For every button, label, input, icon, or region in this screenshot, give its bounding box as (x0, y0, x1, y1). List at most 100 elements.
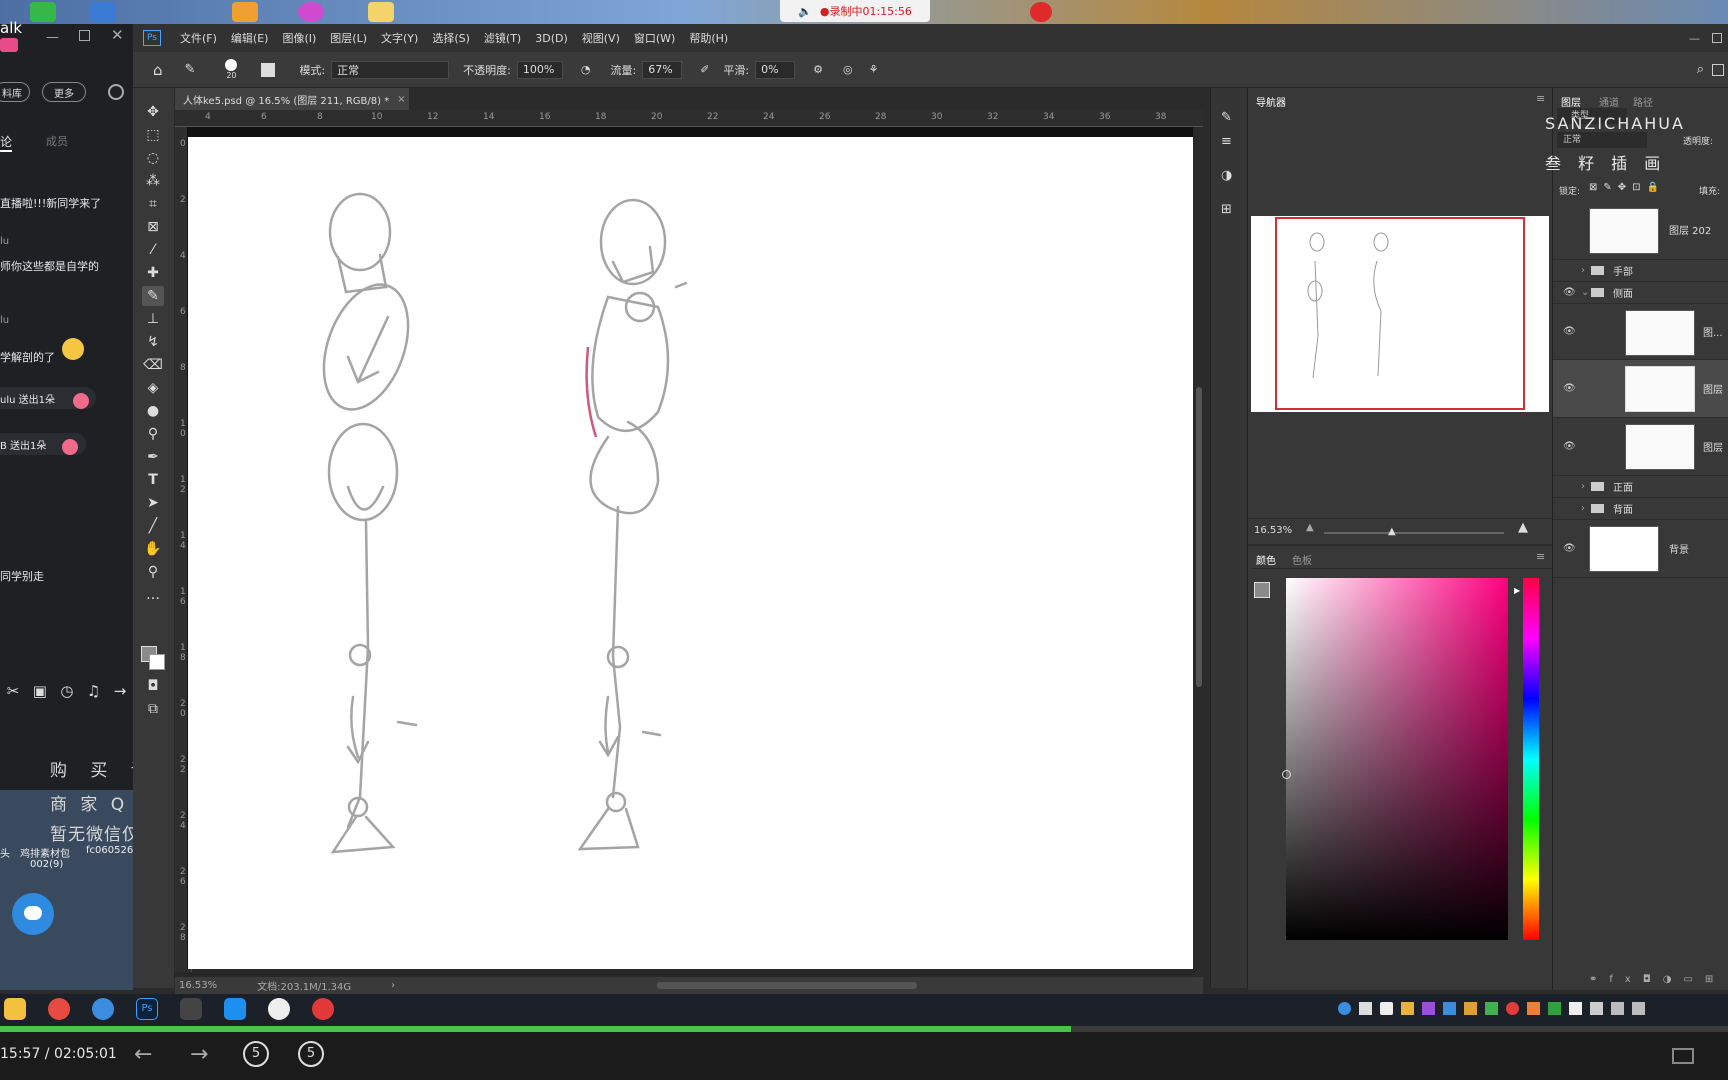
layer-group-row[interactable]: › 手部 (1553, 260, 1728, 282)
blur-tool-icon[interactable]: ● (142, 401, 164, 421)
hue-slider[interactable] (1523, 578, 1539, 940)
chevron-right-icon[interactable]: › (1581, 481, 1585, 492)
healing-brush-icon[interactable]: ✚ (142, 263, 164, 283)
brush-settings-icon[interactable]: ✎ (1221, 110, 1232, 125)
tray-icon[interactable] (1380, 1002, 1393, 1015)
path-selection-icon[interactable]: ➤ (142, 493, 164, 513)
pressure-opacity-icon[interactable]: ◔ (581, 63, 591, 76)
scrollbar-thumb[interactable] (1196, 387, 1202, 687)
navigator-view-frame[interactable] (1275, 217, 1525, 410)
close-icon[interactable]: ✕ (111, 26, 124, 44)
document-tab[interactable]: 人体ke5.psd @ 16.5% (图层 211, RGB/8) * × (175, 88, 409, 110)
zoom-tool-icon[interactable]: ⚲ (142, 562, 164, 582)
menu-window[interactable]: 窗口(W) (627, 30, 682, 46)
tray-icon[interactable] (1443, 1002, 1456, 1015)
arrow-right-icon[interactable]: → (114, 682, 127, 704)
paths-tab[interactable]: 路径 (1633, 94, 1653, 109)
fg-color-swatch[interactable] (1254, 582, 1270, 598)
eye-icon[interactable]: 👁 (1563, 383, 1576, 394)
layer-row[interactable]: 👁 图层 (1553, 418, 1728, 476)
eye-icon[interactable]: 👁 (1563, 287, 1576, 298)
menu-edit[interactable]: 编辑(E) (224, 30, 276, 46)
menu-view[interactable]: 视图(V) (575, 30, 627, 46)
swatches-tab[interactable]: 色板 (1292, 552, 1312, 567)
previous-icon[interactable]: ← (134, 1042, 152, 1067)
stamp-tool-icon[interactable]: ⊥ (142, 309, 164, 329)
type-tool-icon[interactable]: T (142, 470, 164, 490)
browser-icon[interactable] (48, 998, 70, 1020)
app-icon[interactable] (180, 998, 202, 1020)
settings-icon[interactable] (108, 84, 124, 100)
pressure-size-icon[interactable]: ◎ (843, 63, 853, 76)
menu-image[interactable]: 图像(I) (275, 30, 323, 46)
horizontal-scrollbar-thumb[interactable] (657, 982, 917, 989)
netease-music-icon[interactable] (312, 998, 334, 1020)
tab-members[interactable]: 成员 (46, 133, 68, 149)
mic-icon[interactable] (1590, 1002, 1603, 1015)
lasso-tool-icon[interactable]: ◌ (142, 148, 164, 168)
menu-filter[interactable]: 滤镜(T) (477, 30, 528, 46)
folder-icon[interactable] (368, 2, 394, 22)
zoom-in-icon[interactable]: ▲ (1518, 520, 1528, 535)
layer-group-row[interactable]: › 正面 (1553, 476, 1728, 498)
vertical-scrollbar[interactable] (1195, 127, 1203, 977)
navigator-zoom[interactable]: 16.53% (1254, 525, 1292, 536)
brush-preset-picker[interactable]: 20 (225, 59, 238, 80)
color-picker-cursor[interactable] (1282, 770, 1291, 779)
layer-group-row[interactable]: › 背面 (1553, 498, 1728, 520)
crop-tool-icon[interactable]: ⌗ (142, 194, 164, 214)
brush-tool-icon[interactable]: ✎ (142, 286, 164, 306)
symmetry-icon[interactable]: ⚘ (869, 63, 879, 76)
network-icon[interactable] (1611, 1002, 1624, 1015)
more-tools-icon[interactable]: … (142, 585, 164, 605)
zoom-out-icon[interactable]: ▲ (1306, 522, 1314, 533)
scissors-icon[interactable]: ✂ (7, 682, 20, 704)
app-icon[interactable] (90, 2, 116, 22)
properties-icon[interactable]: ⊞ (1221, 202, 1232, 217)
quick-mask-icon[interactable]: ◘ (142, 676, 164, 696)
app-icon[interactable] (268, 998, 290, 1020)
chevron-right-icon[interactable]: › (1581, 503, 1585, 514)
move-tool-icon[interactable]: ✥ (142, 102, 164, 122)
panel-menu-icon[interactable]: ≡ (1536, 92, 1545, 105)
zoom-slider-handle[interactable]: ▲ (1388, 526, 1396, 537)
menu-help[interactable]: 帮助(H) (682, 30, 735, 46)
layer-row[interactable]: 图层 202 (1553, 200, 1728, 260)
app-icon[interactable] (298, 2, 324, 22)
library-button[interactable]: 料库 (0, 82, 30, 102)
eyedropper-icon[interactable]: ⁄ (142, 240, 164, 260)
bell-icon[interactable]: ♫ (87, 682, 100, 704)
hand-tool-icon[interactable]: ✋ (142, 539, 164, 559)
layers-tab[interactable]: 图层 (1561, 94, 1581, 109)
menu-file[interactable]: 文件(F) (173, 30, 224, 46)
color-icon[interactable]: ◑ (1221, 168, 1232, 183)
drawing-canvas[interactable] (188, 137, 1193, 969)
chevron-down-icon[interactable]: ⌄ (1581, 287, 1589, 298)
eraser-tool-icon[interactable]: ⌫ (142, 355, 164, 375)
chrome-icon[interactable] (92, 998, 114, 1020)
airbrush-icon[interactable]: ✐ (700, 63, 709, 76)
layer-row[interactable]: 👁 图... (1553, 304, 1728, 360)
minimize-icon[interactable]: — (46, 30, 59, 45)
layer-group-row[interactable]: 👁 ⌄ 侧面 (1553, 282, 1728, 304)
tray-icon[interactable] (1527, 1002, 1540, 1015)
navigator-tab[interactable]: 导航器 (1256, 94, 1286, 109)
next-icon[interactable]: → (190, 1042, 208, 1067)
tray-icon[interactable] (1359, 1002, 1372, 1015)
layer-row[interactable]: 👁 背景 (1553, 520, 1728, 578)
menu-select[interactable]: 选择(S) (425, 30, 477, 46)
menu-type[interactable]: 文字(Y) (374, 30, 425, 46)
opacity-field[interactable]: 100% (516, 60, 563, 79)
pen-tool-icon[interactable]: ✒ (142, 447, 164, 467)
brush-settings-icon[interactable] (261, 62, 276, 77)
image-icon[interactable]: ▣ (33, 682, 47, 704)
layer-row-selected[interactable]: 👁 图层 (1553, 360, 1728, 418)
tab-discussion[interactable]: 论 (0, 133, 12, 150)
eye-icon[interactable]: 👁 (1563, 326, 1576, 337)
search-icon[interactable]: ⌕ (1697, 62, 1704, 77)
rewind-5s-icon[interactable]: 5 (243, 1041, 269, 1067)
channels-tab[interactable]: 通道 (1599, 94, 1619, 109)
file-explorer-icon[interactable] (4, 998, 26, 1020)
screen-mode-icon[interactable]: ⧉ (142, 699, 164, 719)
tray-icon[interactable] (1548, 1002, 1561, 1015)
